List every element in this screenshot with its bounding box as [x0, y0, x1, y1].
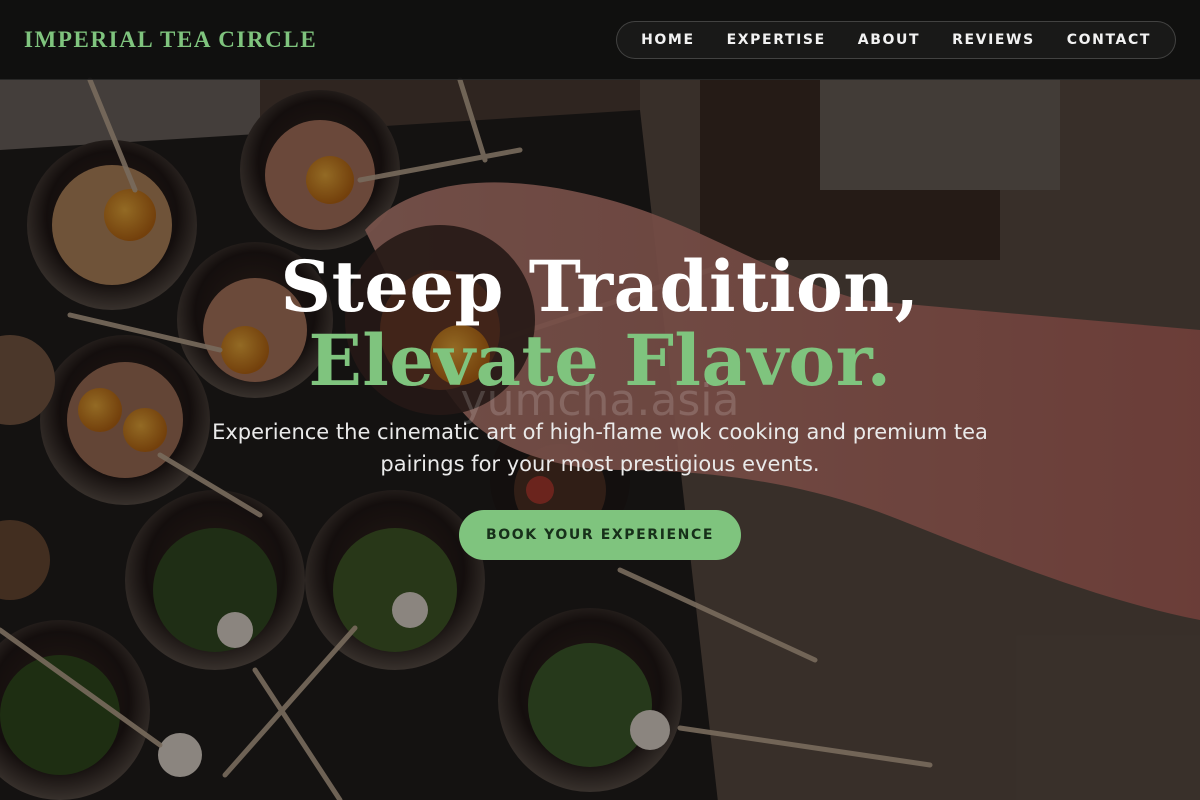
- nav-about[interactable]: ABOUT: [858, 32, 920, 48]
- site-header: IMPERIAL TEA CIRCLE HOME EXPERTISE ABOUT…: [0, 0, 1200, 80]
- hero-subtitle: Experience the cinematic art of high-fla…: [212, 420, 988, 476]
- brand-logo[interactable]: IMPERIAL TEA CIRCLE: [24, 27, 317, 53]
- nav-contact[interactable]: CONTACT: [1067, 32, 1151, 48]
- nav-home[interactable]: HOME: [641, 32, 695, 48]
- nav-expertise[interactable]: EXPERTISE: [727, 32, 826, 48]
- nav-reviews[interactable]: REVIEWS: [952, 32, 1035, 48]
- hero-section: Steep Tradition, Elevate Flavor. yumcha.…: [0, 250, 1200, 560]
- book-experience-button[interactable]: BOOK YOUR EXPERIENCE: [459, 510, 741, 560]
- hero-title-line-2: Elevate Flavor.: [308, 319, 892, 402]
- hero-title-line-1: Steep Tradition,: [280, 245, 920, 328]
- main-nav: HOME EXPERTISE ABOUT REVIEWS CONTACT: [616, 20, 1176, 59]
